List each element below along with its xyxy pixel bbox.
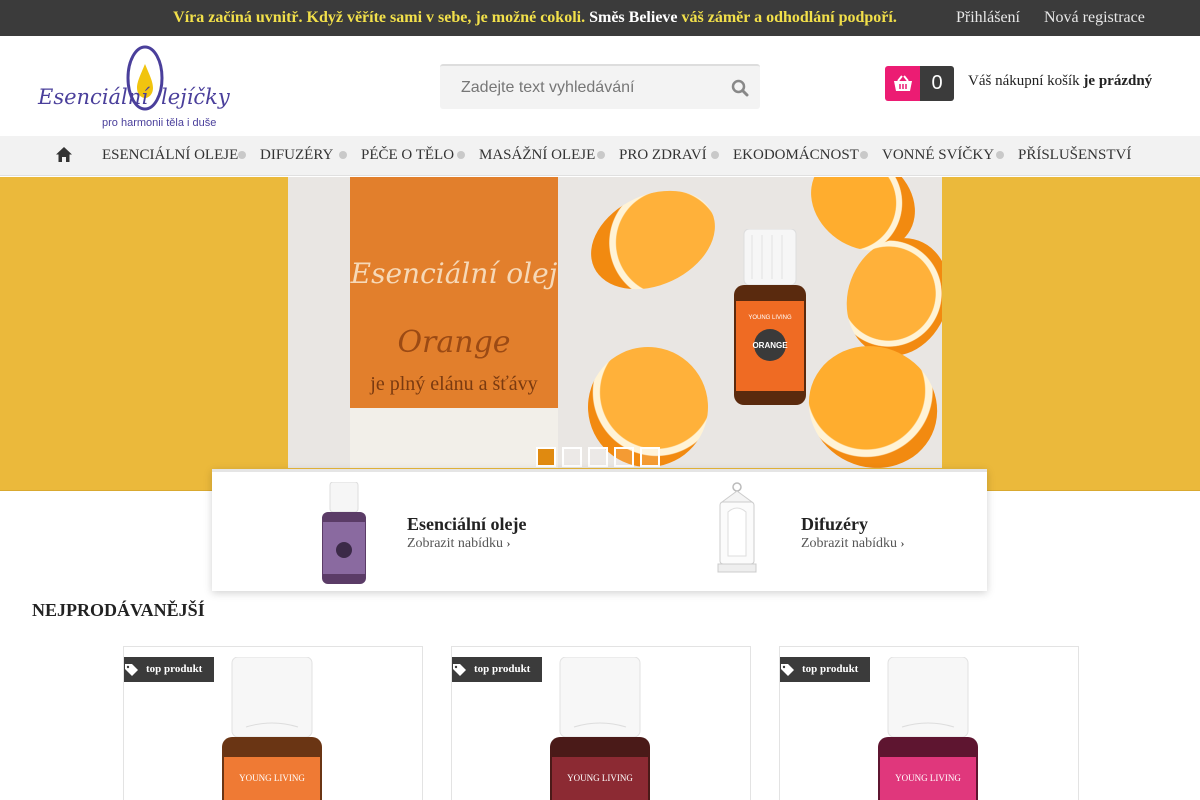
slider-dots bbox=[536, 447, 660, 469]
product-card[interactable]: top produkt YOUNG LIVING bbox=[123, 646, 423, 800]
category-link[interactable]: Zobrazit nabídku › bbox=[407, 536, 511, 552]
product-card[interactable]: top produkt YOUNG LIVING bbox=[779, 646, 1079, 800]
promo-text-part2: váš záměr a odhodlání podpoří. bbox=[681, 9, 897, 26]
nav-separator bbox=[457, 151, 465, 159]
category-title: Difuzéry bbox=[801, 514, 868, 534]
badge-label: top produkt bbox=[802, 663, 859, 675]
top-bar: Víra začíná uvnitř. Když věříte sami v s… bbox=[0, 0, 1200, 36]
diffuser-lantern-image bbox=[717, 482, 757, 573]
cart-label: Váš nákupní košík bbox=[968, 73, 1080, 89]
svg-text:lejíčky: lejíčky bbox=[161, 85, 231, 109]
svg-text:YOUNG LIVING: YOUNG LIVING bbox=[239, 773, 305, 783]
search-button[interactable] bbox=[722, 66, 758, 109]
nav-item-vonne-svicky[interactable]: Vonné svíčky bbox=[882, 136, 994, 174]
nav-item-ekodomacnost[interactable]: Ekodomácnost bbox=[733, 136, 859, 174]
category-difuzery[interactable]: Difuzéry Zobrazit nabídku › bbox=[600, 472, 987, 592]
site-logo[interactable]: Esenciální lejíčky pro harmonii těla i d… bbox=[36, 44, 232, 130]
bottle-brand: YOUNG LIVING bbox=[748, 315, 792, 321]
category-link-label: Zobrazit nabídku bbox=[801, 536, 898, 551]
section-title-bestsellers: Nejprodávanější bbox=[32, 600, 205, 620]
cart-count: 0 bbox=[920, 66, 954, 101]
nav-item-esencialni-oleje[interactable]: Esenciální oleje bbox=[102, 136, 238, 174]
tag-icon bbox=[781, 663, 794, 676]
search-box bbox=[440, 64, 760, 109]
hero-banner: Esenciální olej Orange je plný elánu a š… bbox=[0, 177, 1200, 491]
search-icon bbox=[731, 79, 749, 96]
banner-line1: Esenciální olej bbox=[350, 257, 558, 290]
slider-dot-4[interactable] bbox=[614, 447, 634, 467]
nav-separator bbox=[597, 151, 605, 159]
nav-item-masazni-oleje[interactable]: Masážní oleje bbox=[479, 136, 595, 174]
logo-graphic: Esenciální lejíčky pro harmonii těla i d… bbox=[37, 45, 231, 129]
category-esencialni-oleje[interactable]: Esenciální oleje Zobrazit nabídku › bbox=[212, 472, 600, 592]
slider-dot-5[interactable] bbox=[640, 447, 660, 467]
slider-dot-3[interactable] bbox=[588, 447, 608, 467]
hero-slide[interactable]: Esenciální olej Orange je plný elánu a š… bbox=[288, 177, 942, 468]
orange-oil-bottle-image: YOUNG LIVING ORANGE bbox=[734, 229, 806, 405]
category-title: Esenciální oleje bbox=[407, 514, 527, 534]
banner-card-base bbox=[350, 408, 558, 468]
nav-item-prislusenstvi[interactable]: Příslušenství bbox=[1018, 136, 1131, 174]
category-link-label: Zobrazit nabídku bbox=[407, 536, 504, 551]
register-link[interactable]: Nová registrace bbox=[1044, 0, 1145, 36]
product-bottle-image: YOUNG LIVING bbox=[550, 657, 650, 800]
svg-text:YOUNG LIVING: YOUNG LIVING bbox=[567, 773, 633, 783]
cart-empty-label: je prázdný bbox=[1083, 73, 1153, 89]
product-bottle-image: YOUNG LIVING bbox=[878, 657, 978, 800]
main-navigation: Esenciální oleje Difuzéry Péče o tělo Ma… bbox=[0, 136, 1200, 176]
chevron-right-icon: › bbox=[900, 536, 905, 550]
product-bottle-image: YOUNG LIVING bbox=[222, 657, 322, 800]
svg-text:Esenciální: Esenciální bbox=[37, 85, 150, 109]
nav-item-difuzery[interactable]: Difuzéry bbox=[260, 136, 333, 174]
cart-status-text[interactable]: Váš nákupní košík je prázdný bbox=[968, 73, 1152, 90]
promo-text-part1: Víra začíná uvnitř. Když věříte sami v s… bbox=[173, 9, 586, 26]
svg-text:YOUNG LIVING: YOUNG LIVING bbox=[895, 773, 961, 783]
top-product-badge: top produkt bbox=[452, 657, 543, 682]
login-link[interactable]: Přihlášení bbox=[956, 0, 1020, 36]
basket-icon bbox=[885, 66, 920, 101]
promo-message[interactable]: Víra začíná uvnitř. Když věříte sami v s… bbox=[0, 0, 1070, 36]
nav-separator bbox=[711, 151, 719, 159]
bottle-label: ORANGE bbox=[752, 341, 788, 350]
top-product-badge: top produkt bbox=[124, 657, 215, 682]
lavender-bottle-image bbox=[322, 482, 366, 584]
nav-separator bbox=[996, 151, 1004, 159]
home-icon[interactable] bbox=[55, 146, 73, 164]
slider-dot-1[interactable] bbox=[536, 447, 556, 467]
tag-icon bbox=[125, 663, 138, 676]
nav-item-pro-zdravi[interactable]: Pro zdraví bbox=[619, 136, 707, 174]
nav-item-pece-o-telo[interactable]: Péče o tělo bbox=[361, 136, 454, 174]
slider-dot-2[interactable] bbox=[562, 447, 582, 467]
banner-line2: Orange bbox=[397, 325, 511, 360]
nav-separator bbox=[238, 151, 246, 159]
nav-separator bbox=[860, 151, 868, 159]
top-product-badge: top produkt bbox=[780, 657, 871, 682]
orange-slice-image bbox=[575, 177, 731, 309]
svg-text:pro harmonii těla i duše: pro harmonii těla i duše bbox=[102, 117, 216, 129]
chevron-right-icon: › bbox=[506, 536, 511, 550]
category-highlights: Esenciální oleje Zobrazit nabídku › Difu… bbox=[212, 469, 987, 591]
promo-highlight: Směs Believe bbox=[589, 9, 678, 26]
cart-button[interactable]: 0 bbox=[885, 66, 954, 101]
product-card[interactable]: top produkt YOUNG LIVING bbox=[451, 646, 751, 800]
nav-separator bbox=[339, 151, 347, 159]
banner-line3: je plný elánu a šťávy bbox=[370, 373, 538, 395]
tag-icon bbox=[453, 663, 466, 676]
search-input[interactable] bbox=[440, 66, 720, 109]
badge-label: top produkt bbox=[474, 663, 531, 675]
category-link[interactable]: Zobrazit nabídku › bbox=[801, 536, 905, 552]
badge-label: top produkt bbox=[146, 663, 203, 675]
